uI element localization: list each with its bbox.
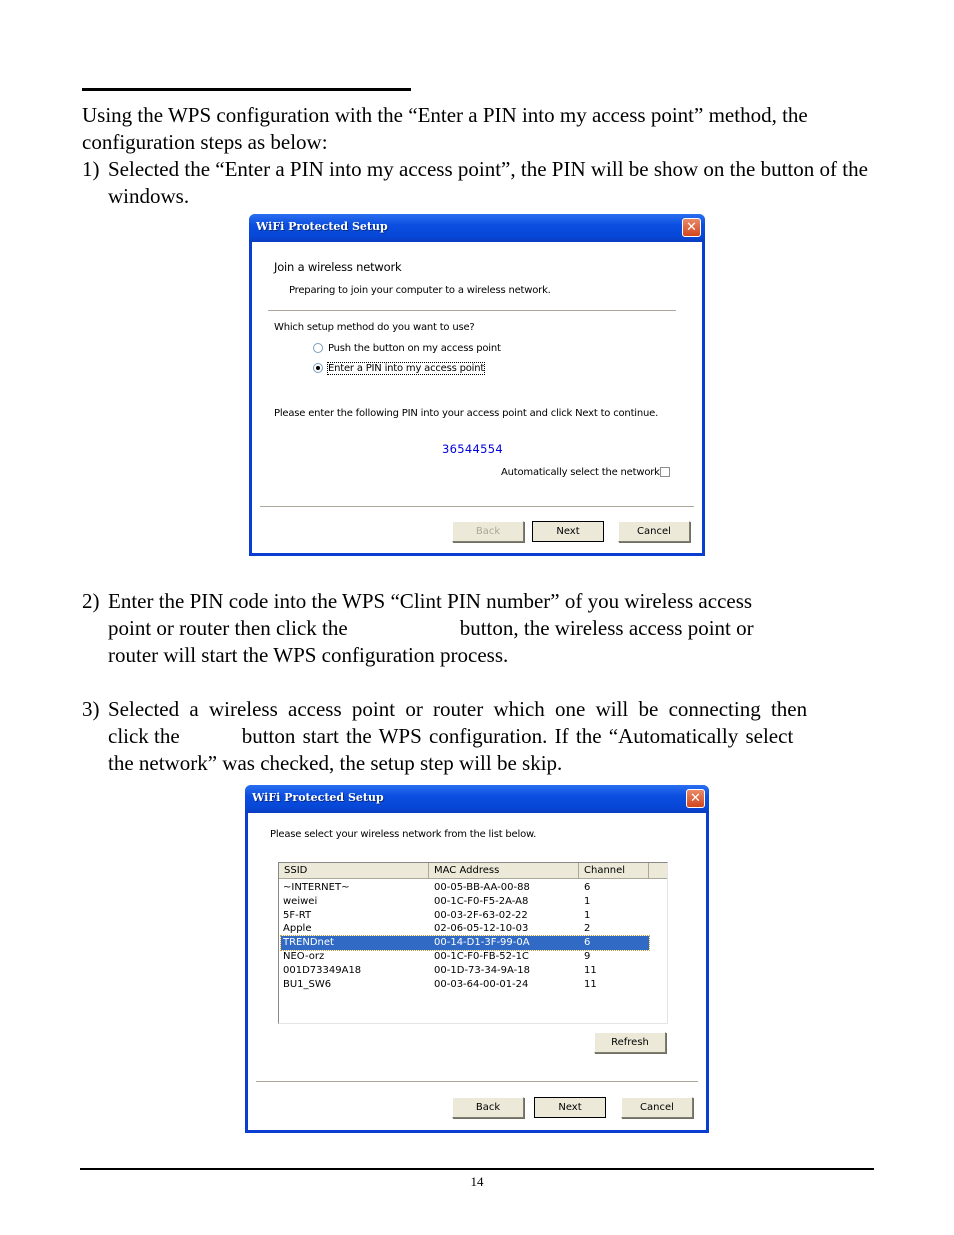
back-button[interactable]: Back	[452, 1097, 524, 1118]
separator	[260, 506, 694, 507]
option-push-button-label[interactable]: Push the button on my access point	[328, 343, 501, 354]
step-text-line: Selected a wireless access point or rout…	[108, 697, 808, 721]
auto-select-checkbox[interactable]	[660, 467, 670, 477]
refresh-button[interactable]: Refresh	[594, 1032, 666, 1053]
cell-ssid: BU1_SW6	[283, 978, 332, 990]
footer-rule	[80, 1168, 874, 1170]
close-icon[interactable]: ✕	[686, 789, 705, 808]
cancel-button[interactable]: Cancel	[621, 1097, 693, 1118]
cell-channel: 9	[584, 951, 591, 962]
radio-enter-pin[interactable]	[313, 363, 323, 373]
cell-mac: 00-14-D1-3F-99-0A	[434, 937, 530, 949]
step-text-line: Enter the PIN code into the WPS “Clint P…	[108, 589, 753, 613]
cell-ssid: 001D73349A18	[283, 964, 362, 976]
cell-ssid: TRENDnet	[283, 937, 334, 949]
cell-ssid: ~INTERNET~	[283, 882, 350, 893]
back-button[interactable]: Back	[452, 521, 524, 542]
column-header-ssid[interactable]: SSID	[279, 863, 429, 879]
cell-channel: 2	[584, 923, 591, 935]
cancel-button[interactable]: Cancel	[618, 521, 690, 542]
pin-instruction: Please enter the following PIN into your…	[274, 408, 659, 419]
step-text-line: point or router then click the button, th…	[108, 615, 872, 642]
cell-mac: 00-03-2F-63-02-22	[434, 909, 528, 921]
auto-select-label: Automatically select the network	[501, 467, 660, 478]
step-number: 2)	[82, 589, 100, 613]
network-row[interactable]: 5F-RT 00-03-2F-63-02-22 1	[281, 909, 601, 923]
next-button[interactable]: Next	[532, 521, 604, 542]
cell-mac: 00-1C-F0-F5-2A-A8	[434, 895, 529, 907]
close-icon[interactable]: ✕	[682, 218, 701, 237]
cell-channel: 11	[584, 964, 597, 976]
step-text-line: click the button start the WPS configurat…	[108, 723, 872, 750]
column-header-channel[interactable]: Channel	[579, 863, 649, 879]
pin-code: 36544554	[442, 442, 503, 456]
cell-mac: 00-03-64-00-01-24	[434, 978, 529, 990]
cell-channel: 1	[584, 909, 591, 921]
cell-channel: 6	[584, 937, 591, 949]
cell-mac: 00-1D-73-34-9A-18	[434, 964, 530, 976]
step-text-fragment: click the	[108, 724, 180, 748]
window-title: WiFi Protected Setup	[252, 791, 384, 804]
window-title: WiFi Protected Setup	[256, 220, 388, 233]
page-number: 14	[470, 1174, 484, 1189]
cell-channel: 11	[584, 978, 597, 990]
step-text: Selected the “Enter a PIN into my access…	[108, 157, 868, 208]
cell-ssid: weiwei	[283, 895, 318, 907]
setup-question: Which setup method do you want to use?	[274, 322, 475, 333]
step-number: 1)	[82, 157, 100, 181]
cell-channel: 1	[584, 895, 591, 907]
network-row[interactable]: 001D73349A18 00-1D-73-34-9A-18 11	[281, 964, 601, 978]
dialog-body: Please select your wireless network from…	[248, 813, 706, 1130]
separator	[256, 1081, 698, 1082]
radio-push-button[interactable]	[313, 343, 323, 353]
network-list[interactable]: SSID MAC Address Channel ~INTERNET~ 00-05…	[278, 862, 668, 1024]
network-row[interactable]: TRENDnet 00-14-D1-3F-99-0A 6	[280, 935, 650, 952]
cell-ssid: Apple	[283, 923, 312, 935]
cell-mac: 00-1C-F0-FB-52-1C	[434, 951, 529, 962]
step-1: 1) Selected the “Enter a PIN into my acc…	[82, 156, 872, 210]
network-row[interactable]: Apple 02-06-05-12-10-03 2	[281, 922, 601, 936]
step-2: 2) Enter the PIN code into the WPS “Clin…	[82, 588, 872, 669]
separator	[268, 310, 676, 311]
step-3: 3) Selected a wireless access point or r…	[82, 696, 872, 777]
network-row[interactable]: NEO-orz 00-1C-F0-FB-52-1C 9	[281, 950, 601, 964]
network-prompt: Please select your wireless network from…	[270, 829, 537, 840]
cell-ssid: NEO-orz	[283, 951, 325, 962]
step-text-fragment: button, the wireless access point or	[459, 616, 754, 640]
network-row[interactable]: BU1_SW6 00-03-64-00-01-24 11	[281, 978, 601, 992]
cell-channel: 6	[584, 882, 591, 893]
intro-paragraph: Using the WPS configuration with the “En…	[82, 103, 808, 154]
step-text-fragment: button start the WPS configuration. If t…	[241, 724, 794, 748]
column-header-mac[interactable]: MAC Address	[429, 863, 579, 879]
header-rule	[82, 88, 411, 91]
dialog-body: Join a wireless network Preparing to joi…	[252, 242, 702, 553]
network-row[interactable]: ~INTERNET~ 00-05-BB-AA-00-88 6	[281, 881, 601, 895]
option-enter-pin-label[interactable]: Enter a PIN into my access point	[326, 362, 486, 375]
title-bar[interactable]: WiFi Protected Setup ✕	[249, 214, 705, 242]
wps-network-dialog: WiFi Protected Setup ✕ Please select you…	[245, 785, 709, 1133]
wps-pin-dialog: WiFi Protected Setup ✕ Join a wireless n…	[249, 214, 705, 556]
dialog-subheading: Preparing to join your computer to a wir…	[289, 285, 551, 296]
cell-mac: 02-06-05-12-10-03	[434, 923, 529, 935]
step-number: 3)	[82, 697, 100, 721]
next-button[interactable]: Next	[534, 1097, 606, 1118]
step-text-fragment: point or router then click the	[108, 616, 348, 640]
cell-ssid: 5F-RT	[283, 909, 312, 921]
step-text-line: the network” was checked, the setup step…	[108, 751, 563, 775]
dialog-heading: Join a wireless network	[274, 260, 402, 274]
network-row[interactable]: weiwei 00-1C-F0-F5-2A-A8 1	[281, 895, 601, 909]
column-header-filler	[649, 863, 667, 879]
title-bar[interactable]: WiFi Protected Setup ✕	[245, 785, 709, 813]
cell-mac: 00-05-BB-AA-00-88	[434, 882, 530, 893]
step-text-line: router will start the WPS configuration …	[108, 643, 509, 667]
